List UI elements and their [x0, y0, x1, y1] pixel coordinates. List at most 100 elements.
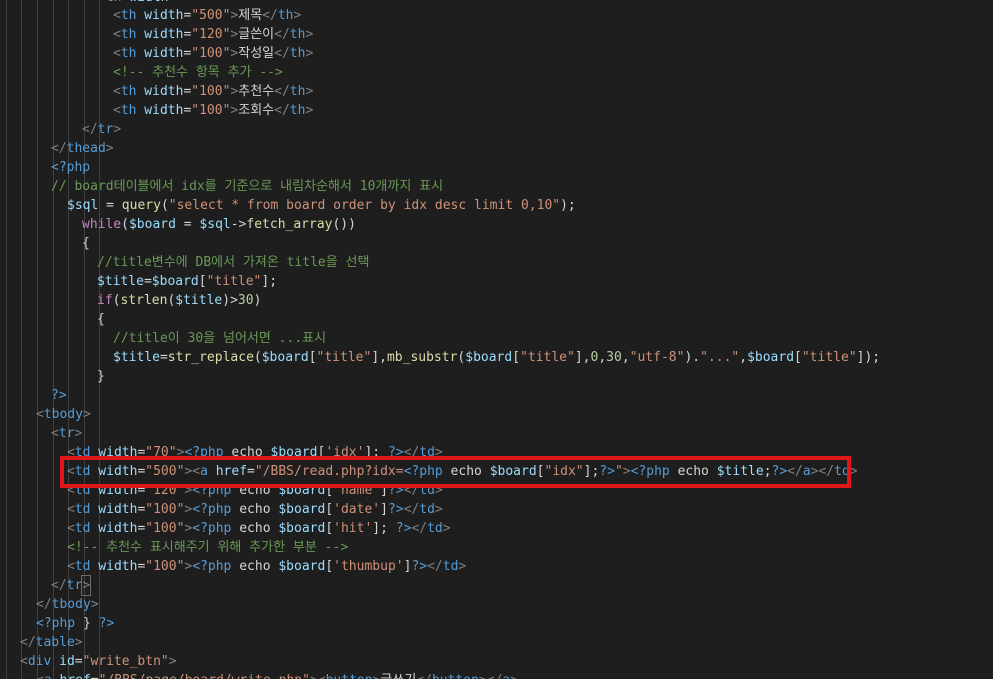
code-token: < — [36, 671, 44, 679]
code-token: </ — [274, 84, 290, 99]
code-token: echo — [223, 445, 271, 460]
code-token: <?php — [403, 464, 443, 479]
code-line[interactable]: } — [97, 367, 105, 386]
code-line[interactable]: <!-- 추천수 항목 추가 --> — [113, 63, 283, 82]
code-token: $title — [97, 274, 144, 289]
code-token: a — [502, 671, 510, 679]
code-token: = — [137, 521, 146, 536]
code-line[interactable]: </table > — [20, 633, 83, 652]
code-line[interactable]: <?php } ?> — [36, 614, 114, 633]
code-token: ] — [380, 502, 388, 517]
code-token: 'date' — [333, 502, 381, 517]
code-token: tbody — [51, 597, 91, 612]
code-token: = — [137, 445, 146, 460]
code-line[interactable]: < th width = "100" > 작성일 </th > — [113, 44, 313, 63]
code-line[interactable]: $title = str_replace($board["title"], mb_su… — [113, 348, 880, 367]
code-token: ], — [574, 350, 591, 365]
code-line[interactable]: < div id = "write_btn" > — [20, 652, 177, 671]
code-token: width — [136, 27, 184, 42]
code-line[interactable]: < td width = "100" > <?php echo $board['date'… — [67, 500, 443, 519]
code-token: < — [67, 521, 75, 536]
code-token: width — [90, 483, 138, 498]
code-token: ; — [763, 464, 772, 479]
code-line[interactable]: <!-- 추천수 표시해주기 위해 추가한 부분 --> — [67, 538, 348, 557]
code-line[interactable]: < td width = "500" > < a href = "/BBS/read.php?i… — [67, 462, 858, 481]
code-line[interactable]: //title이 30을 넘어서면 ...표시 — [113, 329, 326, 348]
code-token: </ — [487, 671, 503, 679]
code-token: td — [74, 483, 91, 498]
code-line[interactable]: </thead > — [51, 139, 114, 158]
code-token: ). — [684, 350, 701, 365]
code-token: th — [120, 8, 137, 23]
code-token: [ — [308, 350, 317, 365]
code-token: </ — [818, 464, 835, 479]
code-line[interactable]: </tr > — [82, 120, 121, 139]
code-editor[interactable]: <th width <th width="500">제목</th><th wid… — [0, 0, 993, 679]
code-token: ?> — [51, 388, 67, 403]
code-line[interactable]: < th width = "120" > 글쓴이 </th > — [113, 25, 313, 44]
code-line[interactable]: while($board = $sql -> fetch_array()) — [82, 215, 356, 234]
code-line[interactable]: < td width = "100" > <?php echo $board['thumb… — [67, 557, 466, 576]
code-token: > — [305, 27, 314, 42]
code-line[interactable]: < tr > — [51, 424, 82, 443]
code-line[interactable]: $sql = query("select * from board order … — [67, 196, 576, 215]
code-line[interactable]: </tbody > — [36, 595, 99, 614]
code-token: $board — [151, 274, 199, 289]
code-token: fetch_array — [246, 217, 333, 232]
code-line[interactable]: < tbody > — [36, 405, 91, 424]
code-token: > — [849, 464, 858, 479]
code-token: mb_substr — [386, 350, 458, 365]
code-token: [ — [325, 521, 334, 536]
code-token: "120" — [191, 27, 231, 42]
code-token: = — [91, 671, 99, 679]
code-token: "/BBS/page/board/write.php" — [99, 671, 310, 679]
code-token: "500" — [145, 464, 185, 479]
code-token: th — [277, 8, 294, 23]
code-line[interactable]: //title변수에 DB에서 가져온 title을 선택 — [97, 253, 369, 272]
code-token: th — [289, 103, 306, 118]
code-token: <!-- 추천수 항목 추가 --> — [113, 65, 283, 80]
code-token: ]; — [372, 521, 396, 536]
code-token: thead — [66, 141, 106, 156]
code-token: "100" — [145, 559, 185, 574]
code-token: th — [289, 84, 306, 99]
code-token: <?php — [192, 521, 232, 536]
code-token: > — [176, 445, 185, 460]
code-line[interactable]: { — [82, 234, 90, 253]
code-token: ?> — [98, 616, 115, 631]
code-token: $board — [261, 350, 309, 365]
code-line[interactable]: <?php — [51, 158, 90, 177]
code-token: href — [52, 671, 90, 679]
code-line[interactable]: if(strlen($title)> 30) — [97, 291, 261, 310]
code-line[interactable]: ?> — [51, 386, 67, 405]
code-token: "100" — [191, 103, 231, 118]
code-line[interactable]: $title = $board["title"]; — [97, 272, 277, 291]
code-line[interactable]: < td width = "100" > <?php echo $board['hit']… — [67, 519, 451, 538]
code-token: > — [305, 84, 314, 99]
code-token: td — [427, 521, 443, 536]
code-line[interactable]: // board테이블에서 idx를 기준으로 내림차순해서 10개까지 표시 — [51, 177, 443, 196]
code-token: $board — [747, 350, 795, 365]
code-line[interactable]: <a href="/BBS/page/board/write.php"><but… — [36, 671, 518, 679]
code-token: <?php — [51, 160, 91, 175]
code-token: = — [247, 464, 255, 479]
code-token: ( — [457, 350, 466, 365]
code-line[interactable]: < th width = "500" > 제목 </th > — [113, 6, 301, 25]
code-token: , — [621, 350, 630, 365]
code-token: while — [82, 217, 122, 232]
code-line[interactable]: < th width = "100" > 추천수 </th > — [113, 82, 313, 101]
code-token: < — [67, 464, 75, 479]
code-token: 조회수 — [238, 103, 275, 118]
code-line[interactable]: </tr > — [51, 575, 92, 596]
code-line[interactable]: { — [97, 310, 105, 329]
code-line[interactable]: < th width = "100" > 조회수 </th > — [113, 101, 313, 120]
code-token: > — [622, 464, 631, 479]
code-line[interactable]: < td width = "70" > <?php echo $board['idx'];… — [67, 443, 443, 462]
code-token: </ — [411, 521, 428, 536]
code-token: width — [90, 502, 138, 517]
code-line[interactable]: < td width = "120" > <?php echo $board['name'… — [67, 481, 443, 500]
code-token: > — [74, 426, 83, 441]
code-token: [ — [317, 445, 326, 460]
code-token: 글쓰기 — [380, 671, 416, 679]
code-token: ?> — [411, 559, 428, 574]
